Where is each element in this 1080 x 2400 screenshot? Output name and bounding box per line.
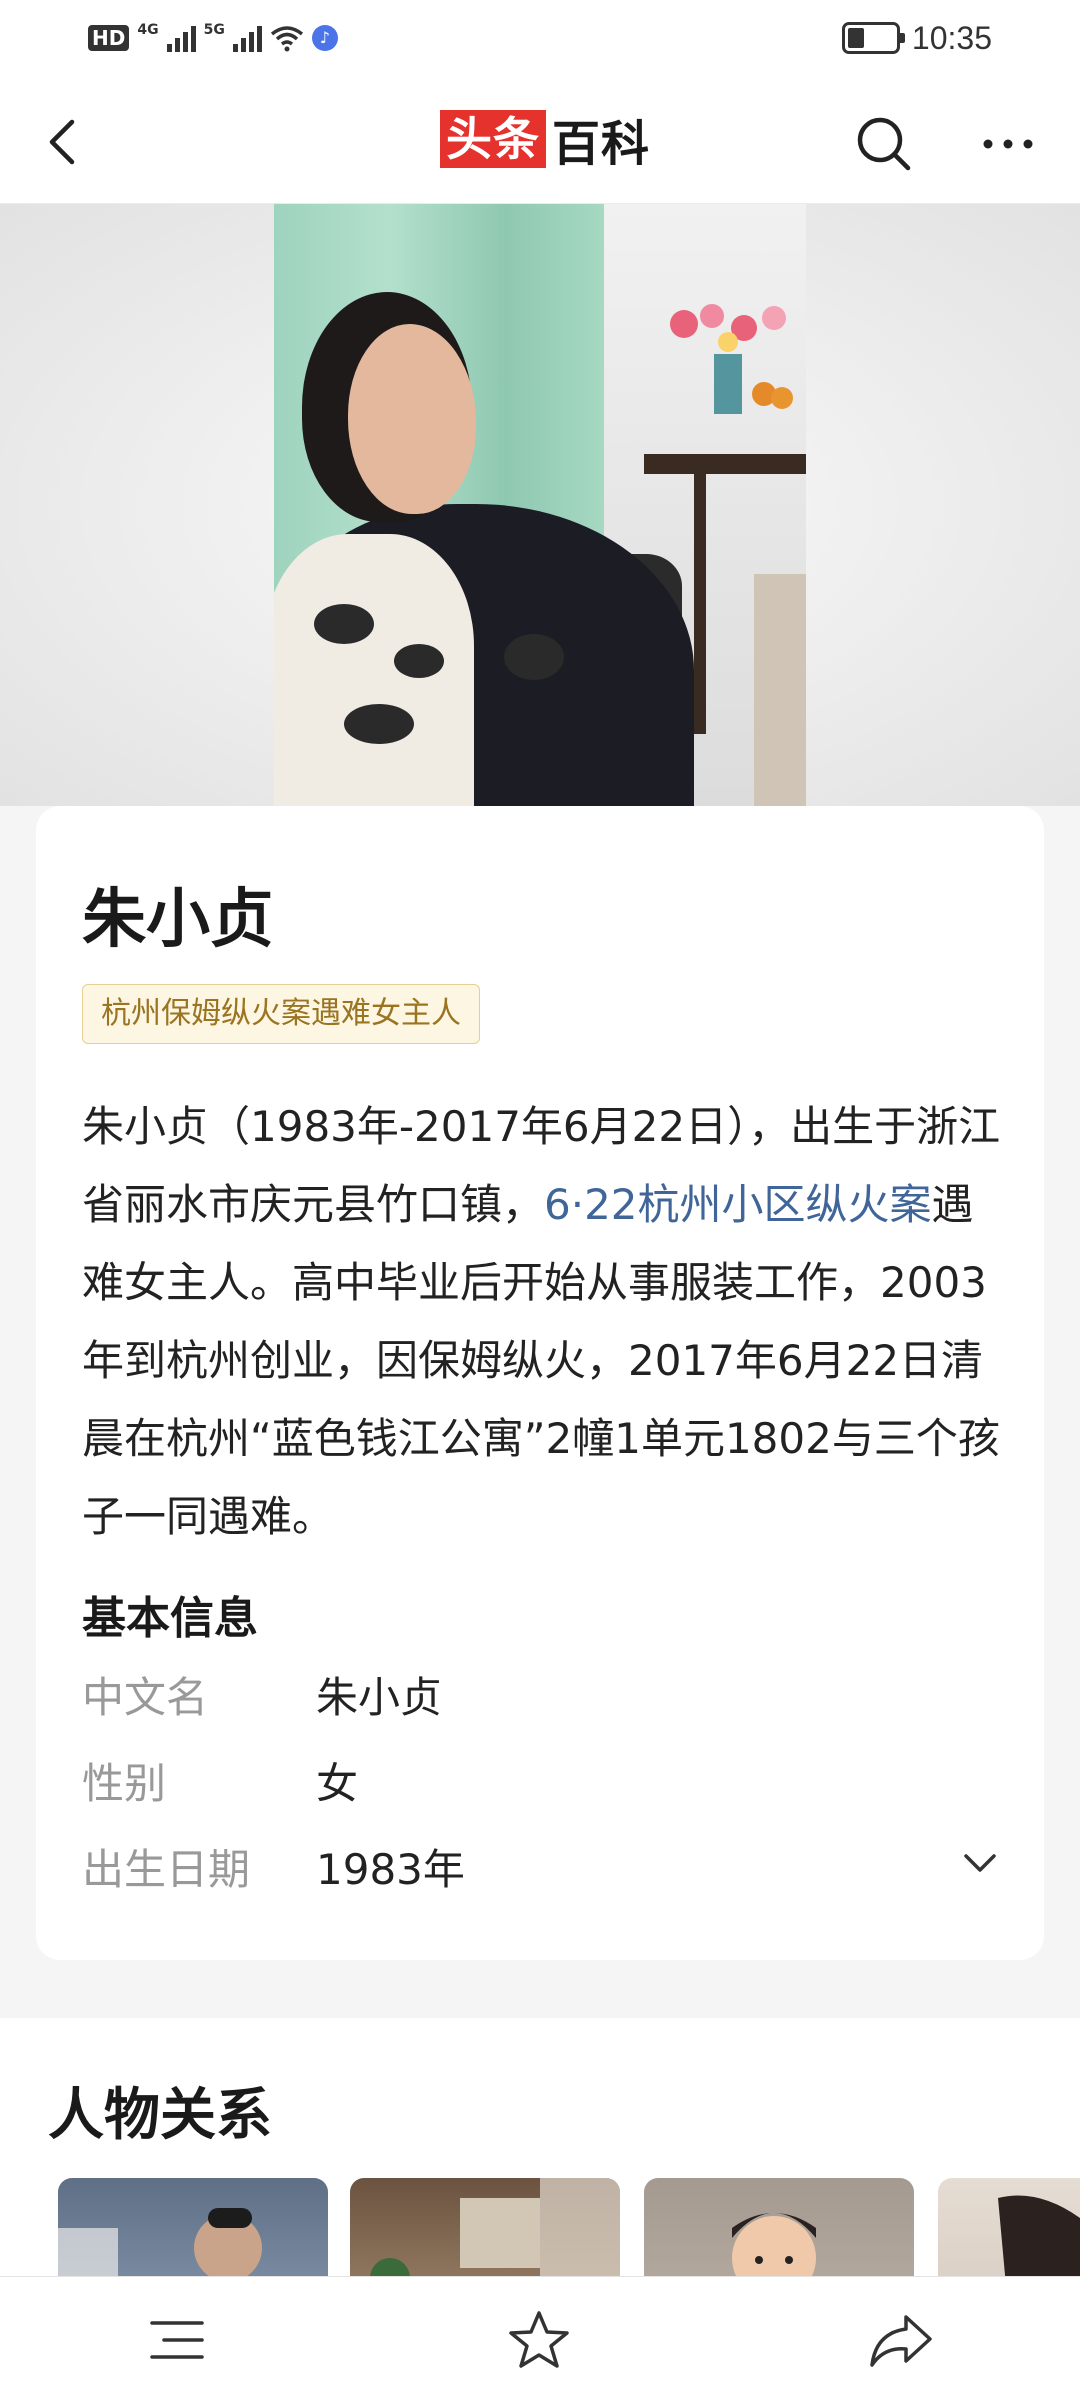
summary-text: 朱小贞（1983年-2017年6月22日），出生于浙江省丽水市庆元县竹口镇，6·… [82,1102,1001,1541]
logo-red-text: 头条 [440,110,546,168]
star-icon[interactable] [504,2307,574,2373]
sim1-network: 4G [137,22,159,38]
info-row-chinese-name: 中文名 朱小贞 [82,1664,442,1724]
status-bar: HD 4G 5G ♪ 10:35 [0,0,1080,78]
flowers-decor [670,304,793,414]
battery-level [847,28,864,48]
hero-image-area [0,204,1080,806]
portrait-photo[interactable] [274,204,806,806]
more-icon[interactable] [976,112,1040,176]
chevron-down-icon[interactable] [952,1842,1008,1886]
info-value: 朱小贞 [316,1672,443,1722]
logo-dark-text: 百科 [552,116,651,172]
relations-title: 人物关系 [48,2083,272,2148]
music-icon: ♪ [311,25,338,51]
signal-icon [232,24,262,52]
menu-icon[interactable] [142,2307,212,2373]
basic-info-title: 基本信息 [82,1593,258,1644]
battery-icon [841,22,905,54]
status-left: HD 4G 5G ♪ [88,20,338,56]
wifi-icon [270,26,303,52]
info-row-gender: 性别 女 [82,1750,358,1810]
identity-tag: 杭州保姆纵火案遇难女主人 [82,984,480,1044]
info-label: 性别 [82,1758,167,1808]
info-card: 朱小贞 杭州保姆纵火案遇难女主人 朱小贞（1983年-2017年6月22日），出… [36,806,1044,1960]
status-right: 10:35 [841,19,992,56]
bottom-bar [0,2276,1080,2400]
info-row-birth-date: 出生日期 1983年 [82,1836,465,1896]
top-nav: 头条 百科 [0,78,1080,204]
logo: 头条 百科 [440,108,650,172]
page-title: 朱小贞 [82,883,274,957]
hd-icon: HD [88,25,130,51]
info-value: 女 [316,1758,359,1808]
case-link[interactable]: 6·22杭州小区纵火案 [544,1180,932,1229]
info-value: 1983年 [316,1844,465,1894]
info-label: 出生日期 [82,1844,251,1894]
sim2-network: 5G [203,22,225,38]
share-icon[interactable] [866,2307,936,2373]
back-icon[interactable] [36,112,96,172]
info-label: 中文名 [82,1672,209,1722]
signal-icon [166,24,196,52]
clock: 10:35 [911,19,992,56]
search-icon[interactable] [852,112,916,176]
